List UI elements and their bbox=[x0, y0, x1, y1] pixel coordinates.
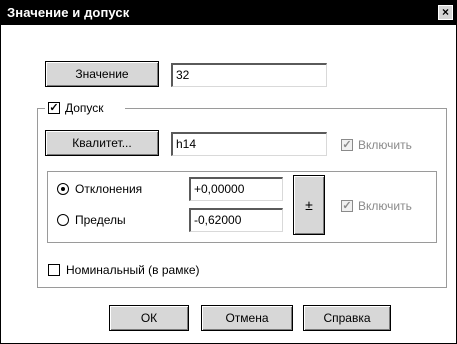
value-button[interactable]: Значение bbox=[45, 61, 159, 87]
deviation-label: Отклонения bbox=[75, 182, 143, 196]
value-button-label: Значение bbox=[75, 67, 129, 81]
qualitet-button[interactable]: Квалитет... bbox=[45, 130, 159, 156]
nominal-checkbox[interactable] bbox=[48, 264, 60, 276]
value-tolerance-dialog: Значение и допуск × Значение 32 ✓ Допуск… bbox=[0, 0, 457, 344]
deviation-radio[interactable] bbox=[57, 183, 69, 195]
title-bar: Значение и допуск × bbox=[1, 1, 456, 25]
ok-button[interactable]: ОК bbox=[109, 305, 189, 331]
close-icon[interactable]: × bbox=[438, 5, 453, 20]
qualitet-button-label: Квалитет... bbox=[72, 136, 132, 150]
tolerance-checkbox[interactable]: ✓ bbox=[48, 102, 60, 114]
value-input[interactable]: 32 bbox=[171, 63, 327, 87]
limits-label: Пределы bbox=[75, 213, 126, 227]
limits-input[interactable]: -0,62000 bbox=[189, 208, 283, 232]
tolerance-label: Допуск bbox=[65, 101, 104, 115]
cancel-label: Отмена bbox=[225, 311, 269, 325]
cancel-button[interactable]: Отмена bbox=[201, 305, 293, 331]
help-button[interactable]: Справка bbox=[303, 305, 391, 331]
nominal-label: Номинальный (в рамке) bbox=[66, 263, 200, 277]
help-label: Справка bbox=[323, 311, 371, 325]
include-label-deviation: Включить bbox=[358, 199, 412, 213]
dialog-title: Значение и допуск bbox=[7, 5, 130, 20]
include-label-qualitet: Включить bbox=[358, 138, 412, 152]
plusminus-button[interactable]: ± bbox=[293, 175, 325, 235]
include-checkbox-deviation[interactable]: ✓ bbox=[341, 200, 353, 212]
plusminus-label: ± bbox=[305, 197, 313, 213]
ok-label: ОК bbox=[140, 311, 158, 325]
include-checkbox-qualitet[interactable]: ✓ bbox=[341, 139, 353, 151]
deviation-input[interactable]: +0,00000 bbox=[189, 177, 283, 201]
limits-radio[interactable] bbox=[57, 214, 69, 226]
qualitet-input[interactable]: h14 bbox=[171, 132, 327, 156]
